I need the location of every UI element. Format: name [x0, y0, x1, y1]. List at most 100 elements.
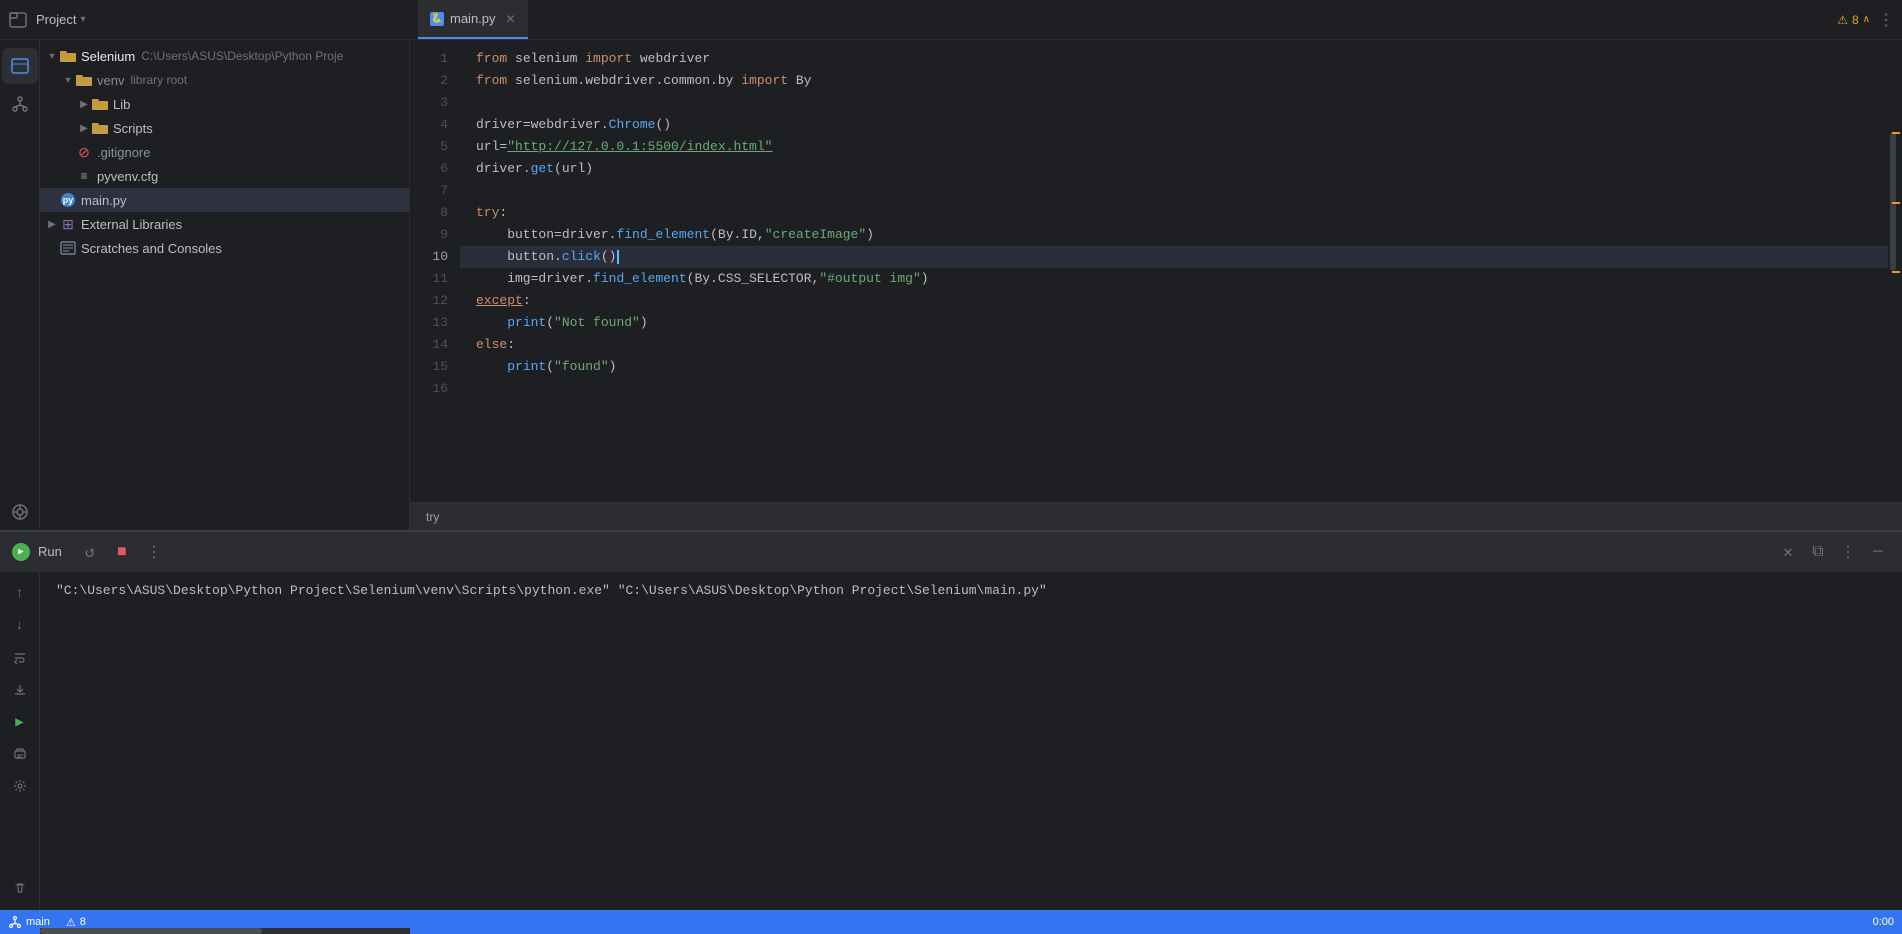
scroll-up-btn[interactable]: ↑	[6, 580, 34, 608]
code-line-current: button.click()	[460, 246, 1888, 268]
sidebar-git-btn[interactable]	[2, 86, 38, 122]
top-bar: Project ▾ 🐍 main.py ✕ ⚠ 8 ∧ ⋮	[0, 0, 1902, 40]
tab-close-btn[interactable]: ✕	[506, 12, 516, 26]
warning-arrow: ∧	[1863, 14, 1870, 25]
tree-venv[interactable]: ▾ venv library root	[40, 68, 409, 92]
run-terminal[interactable]: "C:\Users\ASUS\Desktop\Python Project\Se…	[40, 572, 1902, 910]
code-line: except:	[460, 290, 1888, 312]
split-run-btn[interactable]: ⧉	[1806, 540, 1830, 564]
scripts-label: Scripts	[113, 121, 153, 136]
download-btn[interactable]	[6, 676, 34, 704]
pyvenv-label: pyvenv.cfg	[97, 169, 158, 184]
activity-bar	[0, 40, 40, 530]
editor-scrollbar[interactable]	[1888, 40, 1902, 502]
line-numbers: 1 2 3 4 5 6 7 8 9 10 11 12 13 14 15 16	[410, 40, 460, 502]
warning-badge[interactable]: ⚠ 8 ∧	[1837, 13, 1870, 27]
main-content: ▾ Selenium C:\Users\ASUS\Desktop\Python …	[0, 40, 1902, 530]
tree-scratches[interactable]: Scratches and Consoles	[40, 236, 409, 260]
code-content[interactable]: from selenium import webdriver from sele…	[460, 40, 1888, 502]
tree-main-py[interactable]: py main.py	[40, 188, 409, 212]
folder-open-icon	[60, 48, 76, 64]
rerun-btn[interactable]: ↺	[78, 540, 102, 564]
code-line: try:	[460, 202, 1888, 224]
scratches-label: Scratches and Consoles	[81, 241, 222, 256]
editor-more-btn[interactable]: ⋮	[1878, 10, 1894, 30]
code-line: print("found")	[460, 356, 1888, 378]
tree-arrow: ▶	[76, 123, 92, 134]
print-btn[interactable]	[6, 740, 34, 768]
scroll-down-btn[interactable]: ↓	[6, 612, 34, 640]
tree-scripts[interactable]: ▶ Scripts	[40, 116, 409, 140]
tree-arrow: ▾	[60, 75, 76, 86]
settings-gear-btn[interactable]	[6, 772, 34, 800]
venv-extra: library root	[130, 73, 187, 87]
stop-btn[interactable]: ■	[110, 540, 134, 564]
venv-label: venv	[97, 73, 124, 88]
pin-run-btn[interactable]: ⋮	[1836, 540, 1860, 564]
gutter-warning-mark2	[1892, 202, 1900, 204]
trash-btn[interactable]	[6, 874, 34, 902]
breadcrumb-text: try	[426, 510, 439, 524]
terminal-command: "C:\Users\ASUS\Desktop\Python Project\Se…	[56, 580, 1886, 602]
tabs-area: 🐍 main.py ✕	[418, 0, 1837, 39]
tree-arrow: ▾	[44, 51, 60, 62]
main-py-label: main.py	[81, 193, 127, 208]
warning-status[interactable]: ⚠ 8	[66, 916, 86, 929]
run-panel-right: ✕ ⧉ ⋮ ─	[1776, 540, 1890, 564]
code-line: print("Not found")	[460, 312, 1888, 334]
project-icon	[8, 10, 28, 30]
minimize-run-btn[interactable]: ─	[1866, 540, 1890, 564]
code-line: url="http://127.0.0.1:5500/index.html"	[460, 136, 1888, 158]
run-panel-header: ▶ Run ↺ ■ ⋮ ✕ ⧉ ⋮ ─	[0, 532, 1902, 572]
tree-external-libs[interactable]: ▶ ⊞ External Libraries	[40, 212, 409, 236]
tree-lib[interactable]: ▶ Lib	[40, 92, 409, 116]
gitignore-icon: ⊘	[76, 144, 92, 160]
ext-libs-label: External Libraries	[81, 217, 182, 232]
scratches-icon	[60, 240, 76, 256]
code-line	[460, 180, 1888, 202]
run-panel-icon: ▶	[12, 543, 30, 561]
tree-arrow: ▶	[76, 99, 92, 110]
run-config-btn[interactable]: ▶	[6, 708, 34, 736]
file-tree-panel: ▾ Selenium C:\Users\ASUS\Desktop\Python …	[40, 40, 410, 530]
code-line	[460, 378, 1888, 400]
folder-closed-icon	[92, 96, 108, 112]
run-label-text: Run	[38, 544, 62, 559]
tree-selenium-root[interactable]: ▾ Selenium C:\Users\ASUS\Desktop\Python …	[40, 44, 409, 68]
sidebar-project-btn[interactable]	[2, 48, 38, 84]
run-more-btn[interactable]: ⋮	[142, 540, 166, 564]
tree-pyvenv[interactable]: ≡ pyvenv.cfg	[40, 164, 409, 188]
gitignore-label: .gitignore	[97, 145, 150, 160]
selenium-label: Selenium	[81, 49, 135, 64]
run-tab-label: Run	[38, 544, 62, 559]
code-line: driver=webdriver.Chrome()	[460, 114, 1888, 136]
run-panel-content: ↑ ↓ ▶	[0, 572, 1902, 910]
git-status[interactable]: main	[8, 915, 50, 929]
soft-wrap-btn[interactable]	[6, 644, 34, 672]
close-run-btn[interactable]: ✕	[1776, 540, 1800, 564]
project-title[interactable]: Project ▾	[36, 12, 86, 27]
top-bar-right: ⚠ 8 ∧ ⋮	[1837, 10, 1894, 30]
code-line: else:	[460, 334, 1888, 356]
python-tab-icon: 🐍	[430, 12, 444, 26]
code-line	[460, 92, 1888, 114]
selenium-path: C:\Users\ASUS\Desktop\Python Proje	[141, 49, 343, 63]
sidebar-plugins-btn[interactable]	[2, 494, 38, 530]
gutter-warning-mark	[1892, 132, 1900, 134]
folder-closed-icon	[92, 120, 108, 136]
warning-status-icon: ⚠	[66, 916, 76, 929]
project-section: Project ▾	[8, 10, 418, 30]
folder-open-icon	[76, 72, 92, 88]
tree-arrow: ▶	[44, 219, 60, 230]
warning-count: 8	[1852, 13, 1859, 27]
tab-label: main.py	[450, 11, 496, 26]
code-line: from selenium.webdriver.common.by import…	[460, 70, 1888, 92]
python-file-icon: py	[60, 192, 76, 208]
tree-gitignore[interactable]: ⊘ .gitignore	[40, 140, 409, 164]
warning-status-count: 8	[80, 916, 86, 928]
code-line: from selenium import webdriver	[460, 48, 1888, 70]
config-file-icon: ≡	[76, 168, 92, 184]
code-line: driver.get(url)	[460, 158, 1888, 180]
main-py-tab[interactable]: 🐍 main.py ✕	[418, 0, 528, 39]
run-panel: ▶ Run ↺ ■ ⋮ ✕ ⧉ ⋮ ─ ↑ ↓	[0, 530, 1902, 910]
